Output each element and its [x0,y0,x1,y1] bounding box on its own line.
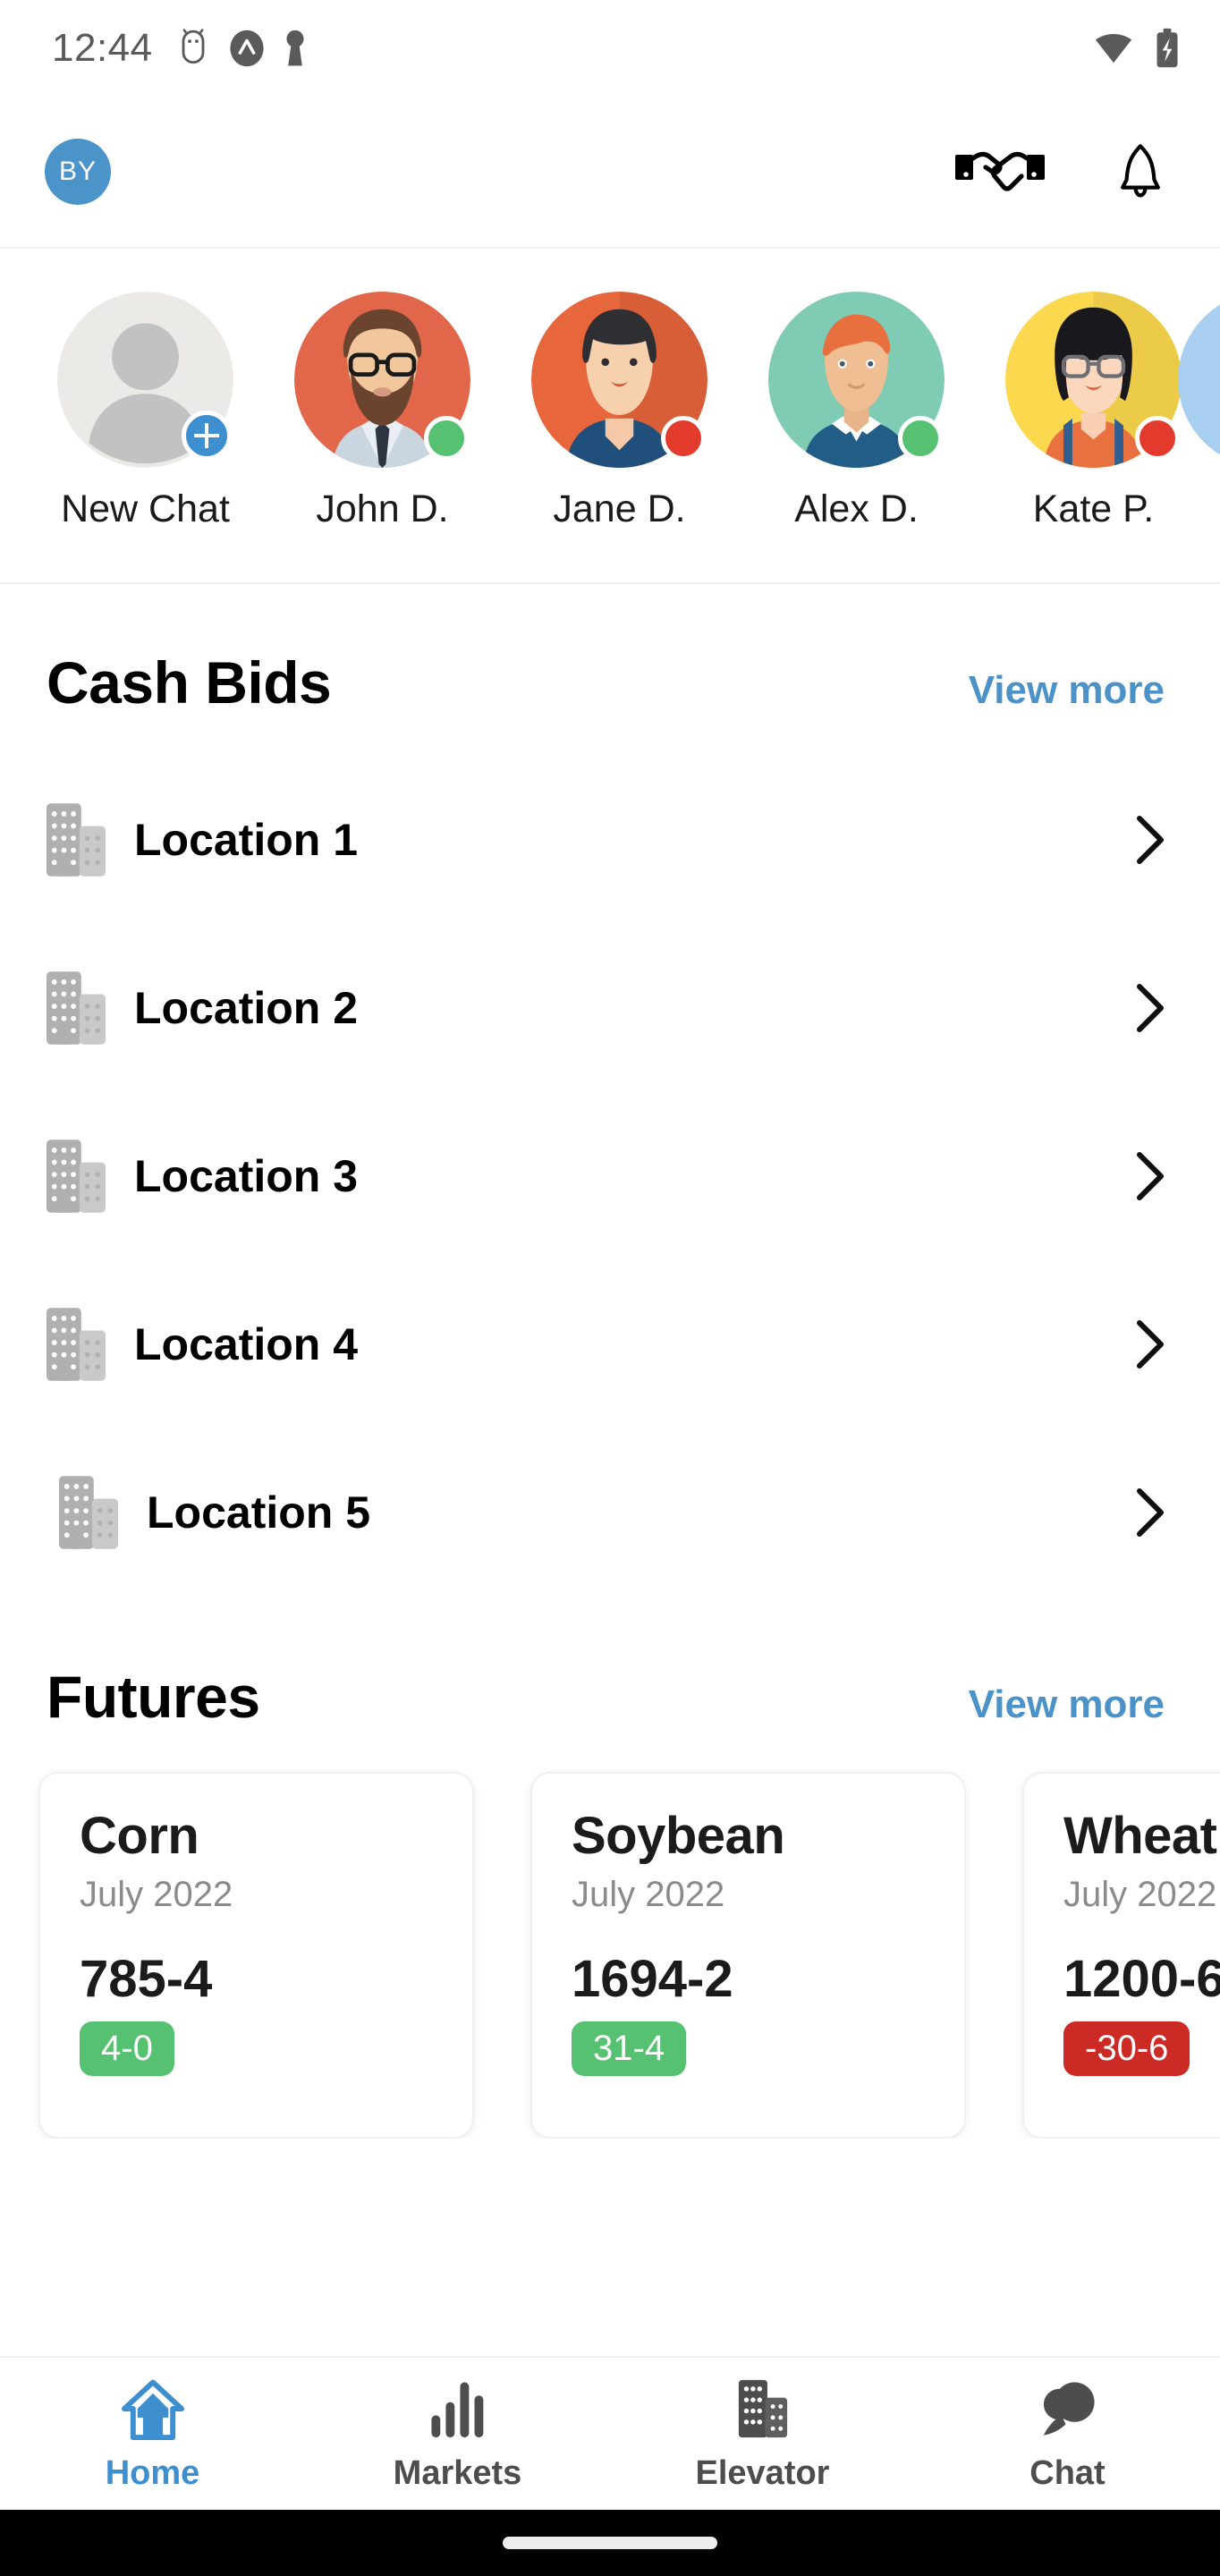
cash-bids-view-more[interactable]: View more [969,668,1165,713]
presence-indicator [1135,416,1180,461]
avatar-wrap [1177,292,1220,468]
nav-item-elevator[interactable]: Elevator [610,2358,915,2510]
futures-change-badge: -30-6 [1063,2021,1190,2076]
home-icon [121,2378,184,2440]
futures-price: 1200-6 [1063,1950,1220,2008]
futures-card-soybean[interactable]: Soybean July 2022 1694-2 31-4 [530,1772,966,2139]
nav-item-home[interactable]: Home [0,2358,305,2510]
cash-bid-label: Location 3 [134,1151,359,1201]
contact-new-chat[interactable]: New Chat [27,292,264,531]
avatar-wrap [531,292,707,468]
building-icon [47,1308,106,1381]
nav-label: Home [105,2453,200,2492]
nav-item-chat[interactable]: Chat [915,2358,1220,2510]
cash-bid-label: Location 1 [134,815,359,865]
contact-partial-next[interactable] [1177,292,1220,468]
add-chat-plus-icon[interactable] [182,411,232,461]
building-icon [59,1476,118,1549]
contact-label: John D. [316,487,449,530]
avatar-initials: BY [58,157,97,186]
status-left-icons [176,28,307,69]
avatar-wrap [1005,292,1182,468]
circle-caret-icon [229,30,264,67]
futures-title: Futures [47,1664,260,1730]
contacts-strip[interactable]: New Chat John D. Jane D. Alex D. Kate P. [0,249,1220,584]
chevron-right-icon[interactable] [1136,815,1166,865]
avatar-illustration-partial [1177,304,1220,455]
futures-header: Futures View more [0,1663,1220,1731]
avatar-wrap [294,292,470,468]
status-bar: 12:44 [0,0,1220,97]
status-clock: 12:44 [52,26,153,70]
cash-bids-header: Cash Bids View more [0,648,1220,716]
cash-bids-list: Location 1 Location 2 Location 3 Locatio… [0,756,1220,1597]
futures-contract-month: July 2022 [572,1875,725,1914]
contact-kate-p[interactable]: Kate P. [975,292,1212,531]
building-icon [47,971,106,1045]
nav-label: Elevator [695,2453,830,2492]
header-actions [955,142,1166,201]
futures-commodity-name: Wheat [1063,1807,1217,1865]
app-header: BY [0,97,1220,249]
chevron-right-icon[interactable] [1136,983,1166,1033]
presence-indicator [661,416,706,461]
contact-jane-d[interactable]: Jane D. [501,292,738,531]
contact-john-d[interactable]: John D. [264,292,501,531]
futures-card-corn[interactable]: Corn July 2022 785-4 4-0 [38,1772,474,2139]
futures-card-row[interactable]: Corn July 2022 785-4 4-0 Soybean July 20… [0,1731,1220,2139]
app-screen: 12:44 BY New Chat John D. Jane D. Alex D… [0,0,1220,2576]
futures-price: 1694-2 [572,1950,733,2008]
futures-commodity-name: Corn [80,1807,199,1865]
chevron-right-icon[interactable] [1136,1319,1166,1369]
wifi-icon [1095,33,1132,64]
gesture-pill[interactable] [503,2537,717,2549]
bottom-navigation: Home Markets Elevator Chat [0,2356,1220,2510]
android-debug-icon [182,29,205,64]
building-icon [738,2379,787,2437]
futures-card-wheat[interactable]: Wheat July 2022 1200-6 -30-6 [1022,1772,1220,2139]
futures-change-badge: 31-4 [572,2021,687,2076]
contact-label: New Chat [61,487,230,530]
contact-label: Kate P. [1032,487,1155,530]
nav-item-markets[interactable]: Markets [305,2358,610,2510]
handshake-icon[interactable] [955,146,1045,198]
chat-bubble-icon [1043,2381,1095,2436]
chevron-right-icon[interactable] [1136,1487,1166,1538]
futures-view-more[interactable]: View more [969,1682,1165,1727]
building-icon [47,1140,106,1213]
cash-bid-label: Location 2 [134,983,359,1033]
cash-bid-row[interactable]: Location 4 [0,1260,1220,1428]
chevron-right-icon[interactable] [1136,1151,1166,1201]
cash-bid-row[interactable]: Location 5 [0,1428,1220,1597]
avatar-wrap [768,292,945,468]
user-avatar[interactable]: BY [45,139,111,205]
building-icon [47,803,106,877]
status-right-icons [1093,28,1181,69]
battery-charging-icon [1156,28,1178,68]
bell-icon[interactable] [1114,142,1166,201]
nav-label: Chat [1029,2453,1106,2492]
contact-label: Jane D. [553,487,686,530]
bar-chart-icon [430,2381,483,2437]
futures-contract-month: July 2022 [80,1875,233,1914]
nav-label: Markets [393,2453,522,2492]
futures-commodity-name: Soybean [572,1807,785,1865]
contact-alex-d[interactable]: Alex D. [738,292,975,531]
cash-bid-row[interactable]: Location 3 [0,1092,1220,1260]
presence-indicator [898,416,943,461]
futures-change-badge: 4-0 [80,2021,174,2076]
futures-price: 785-4 [80,1950,213,2008]
system-gesture-bar [0,2510,1220,2576]
contact-label: Alex D. [794,487,919,530]
presence-indicator [424,416,469,461]
cash-bids-title: Cash Bids [47,649,332,716]
keyhole-icon [286,30,304,66]
cash-bid-label: Location 5 [147,1487,371,1538]
cash-bid-row[interactable]: Location 2 [0,924,1220,1092]
main-content: Cash Bids View more Location 1 Location … [0,584,1220,2356]
futures-contract-month: July 2022 [1063,1875,1217,1914]
new-chat-avatar-wrap [57,292,233,468]
cash-bid-row[interactable]: Location 1 [0,756,1220,924]
cash-bid-label: Location 4 [134,1319,359,1369]
